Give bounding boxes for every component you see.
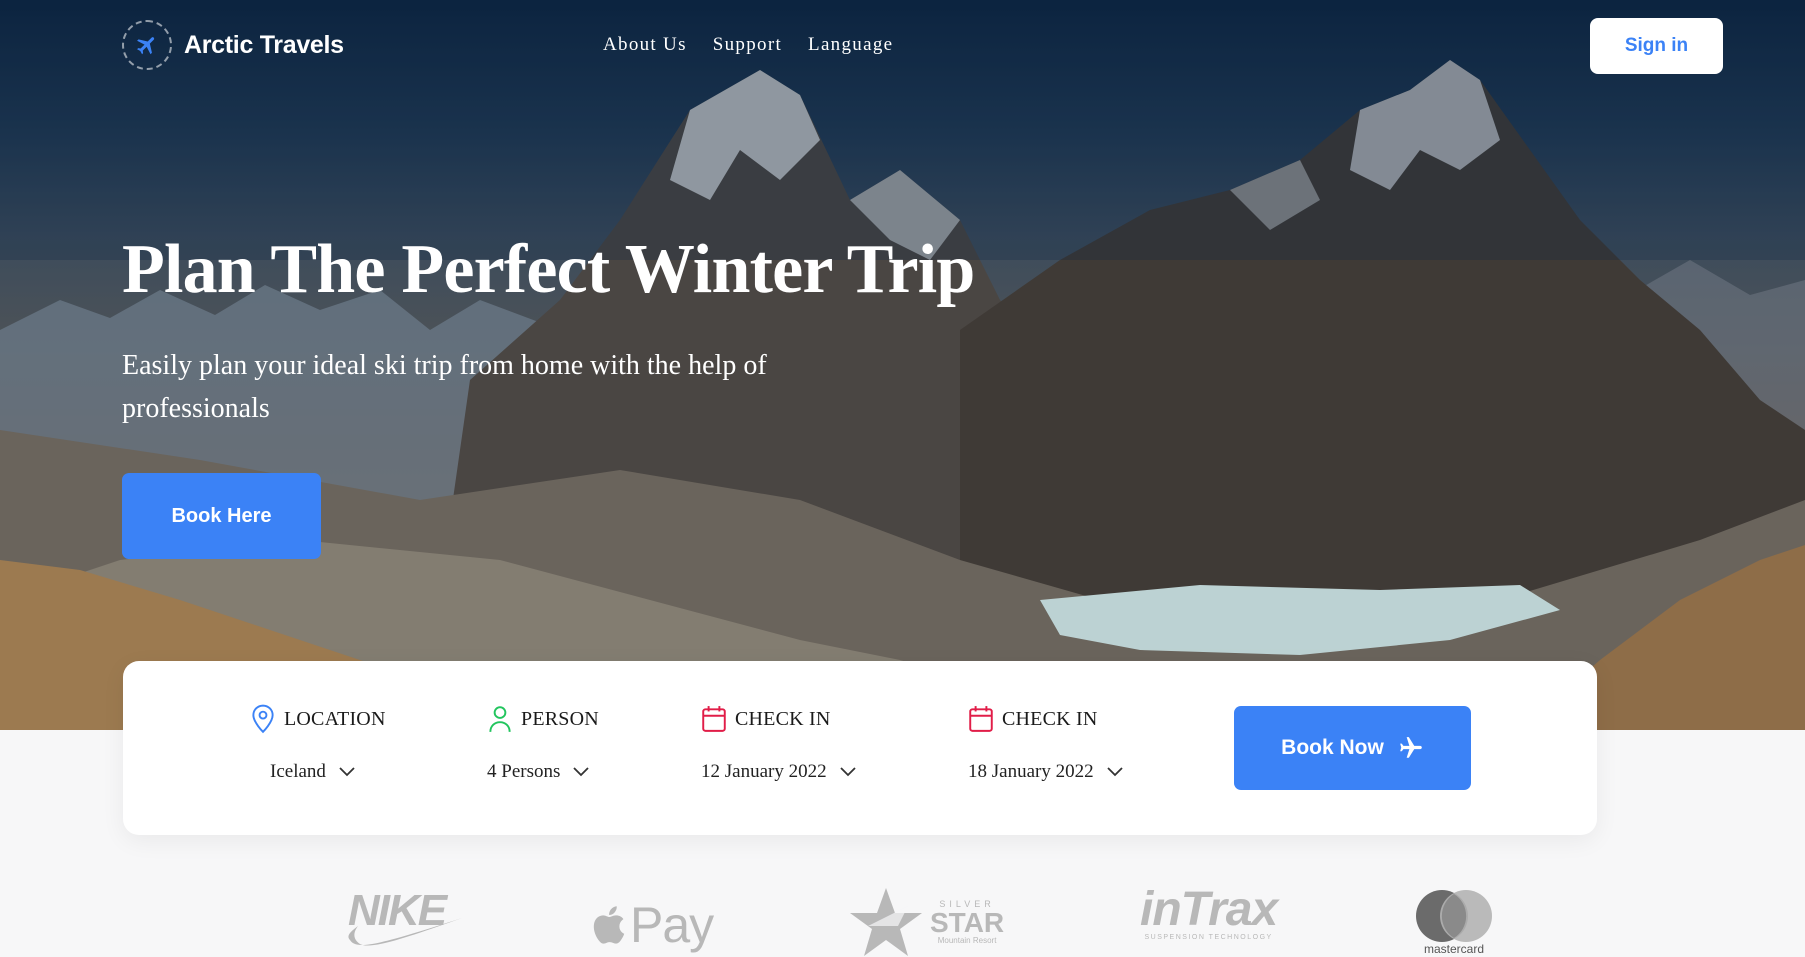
hero-title: Plan The Perfect Winter Trip xyxy=(122,231,975,308)
intrax-logo: inTrax SUSPENSION TECHNOLOGY xyxy=(1140,883,1278,942)
hero-subtitle: Easily plan your ideal ski trip from hom… xyxy=(122,350,767,424)
logo-emblem xyxy=(122,20,172,70)
person-value: 4 Persons xyxy=(487,761,561,782)
nike-logo: NIKE xyxy=(348,886,462,946)
check-out-select[interactable]: 18 January 2022 xyxy=(968,761,1124,783)
booking-card: LOCATION Iceland PERSON 4 Persons CHECK … xyxy=(123,661,1597,835)
apple-pay-logo: Pay xyxy=(590,896,714,954)
check-out-field[interactable]: CHECK IN xyxy=(968,703,1098,735)
check-in-select[interactable]: 12 January 2022 xyxy=(701,761,857,783)
swoosh-icon xyxy=(348,918,462,946)
sign-in-button[interactable]: Sign in xyxy=(1590,18,1723,74)
book-now-button[interactable]: Book Now xyxy=(1234,706,1471,790)
brand-name: Arctic Travels xyxy=(184,30,344,59)
calendar-icon xyxy=(969,706,993,732)
check-out-value: 18 January 2022 xyxy=(968,761,1094,782)
star-icon xyxy=(850,888,922,956)
location-field[interactable]: LOCATION xyxy=(250,703,386,735)
brand-logo[interactable]: Arctic Travels xyxy=(122,20,344,70)
person-select[interactable]: 4 Persons xyxy=(487,761,590,783)
mastercard-logo: mastercard xyxy=(1412,888,1496,956)
chevron-down-icon xyxy=(839,767,856,777)
apple-icon xyxy=(593,906,625,944)
partner-logos: NIKE Pay SILVER STAR Mountain Resort inT… xyxy=(0,880,1805,957)
book-here-button[interactable]: Book Here xyxy=(122,473,321,559)
check-in-label: CHECK IN xyxy=(735,707,831,730)
intrax-wordmark: inTrax xyxy=(1140,883,1278,936)
calendar-icon xyxy=(702,706,726,732)
chevron-down-icon xyxy=(339,767,355,777)
apple-pay-wordmark: Pay xyxy=(630,897,714,953)
intrax-tagline: SUSPENSION TECHNOLOGY xyxy=(1144,934,1273,941)
check-in-value: 12 January 2022 xyxy=(701,761,827,782)
silver-star-tiny: Mountain Resort xyxy=(937,935,997,945)
chevron-down-icon xyxy=(573,767,590,777)
chevron-down-icon xyxy=(1106,767,1123,777)
airplane-icon xyxy=(137,37,155,55)
person-field[interactable]: PERSON xyxy=(487,703,599,735)
check-in-field[interactable]: CHECK IN xyxy=(701,703,831,735)
location-select[interactable]: Iceland xyxy=(270,761,356,783)
check-out-label: CHECK IN xyxy=(1002,707,1098,730)
silver-star-big: STAR xyxy=(930,906,1005,938)
nav-link-language[interactable]: Language xyxy=(808,34,893,56)
mastercard-wordmark: mastercard xyxy=(1423,942,1485,956)
person-icon xyxy=(489,706,511,732)
silver-star-logo: SILVER STAR Mountain Resort xyxy=(848,886,1004,957)
main-nav: About Us Support Language xyxy=(603,34,893,56)
nav-link-about-us[interactable]: About Us xyxy=(603,34,687,56)
location-label: LOCATION xyxy=(284,707,386,730)
book-now-label: Book Now xyxy=(1281,736,1384,759)
person-label: PERSON xyxy=(521,707,599,730)
location-pin-icon xyxy=(252,704,274,734)
mastercard-circles-icon xyxy=(1416,890,1492,942)
location-value: Iceland xyxy=(270,761,326,782)
nav-link-support[interactable]: Support xyxy=(713,34,782,56)
airplane-icon xyxy=(1399,737,1422,758)
